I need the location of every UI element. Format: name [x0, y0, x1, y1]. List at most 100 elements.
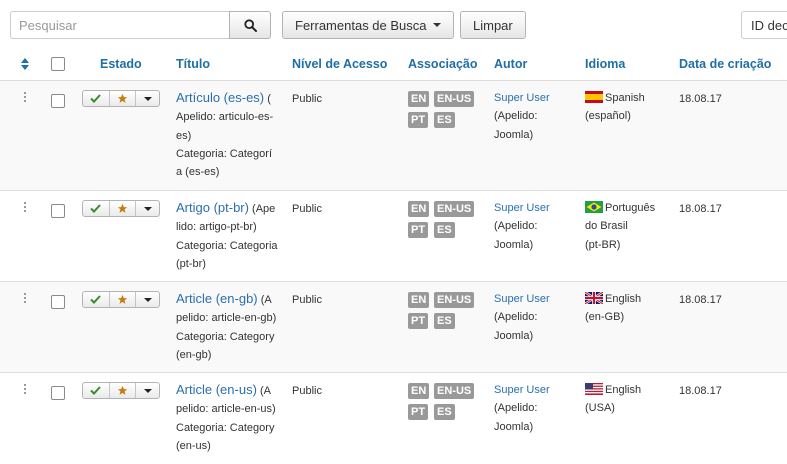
- author-link[interactable]: Super User: [494, 384, 550, 396]
- search-input[interactable]: [10, 11, 230, 39]
- row-checkbox[interactable]: [51, 386, 65, 400]
- language-name: (español): [585, 110, 631, 123]
- created-date: 18.08.17: [679, 385, 722, 397]
- caret-down-icon: [143, 297, 152, 302]
- sort-order-select[interactable]: ID dec: [741, 11, 787, 39]
- column-header-data-criacao[interactable]: Data de criação: [679, 48, 771, 81]
- language-name: English: [605, 384, 642, 396]
- language-cell: English (en-GB): [585, 290, 665, 327]
- featured-toggle[interactable]: [108, 91, 136, 106]
- author-alias-text: Joomla): [494, 420, 534, 433]
- table-row: Artículo (es-es) ( Apelido: articulo-es-…: [0, 81, 787, 191]
- table-row: Article (en-gb) (A pelido: article-en-gb…: [0, 282, 787, 373]
- uk-flag-icon: [585, 292, 603, 304]
- author-link[interactable]: Super User: [494, 293, 550, 305]
- author-alias-text: (Apelido:: [494, 110, 538, 123]
- ordering-sort-icon[interactable]: [20, 57, 30, 71]
- column-header-estado[interactable]: Estado: [100, 48, 142, 81]
- caret-down-icon: [143, 96, 152, 101]
- featured-toggle[interactable]: [108, 383, 136, 398]
- row-checkbox[interactable]: [51, 94, 65, 108]
- access-level: Public: [292, 203, 322, 215]
- published-toggle[interactable]: [83, 292, 109, 307]
- star-icon: [117, 203, 127, 213]
- drag-handle-icon[interactable]: [23, 92, 27, 104]
- column-header-autor[interactable]: Autor: [494, 48, 527, 81]
- actions-dropdown-toggle[interactable]: [135, 91, 159, 106]
- actions-dropdown-toggle[interactable]: [135, 292, 159, 307]
- category-text: Categoria: Category: [176, 421, 275, 434]
- alias-text: Apelido: articulo-es-: [176, 111, 274, 124]
- drag-handle-icon[interactable]: [23, 202, 27, 214]
- actions-dropdown-toggle[interactable]: [135, 201, 159, 216]
- language-name: English: [605, 293, 642, 305]
- author-link[interactable]: Super User: [494, 92, 550, 104]
- category-text: (en-gb): [176, 348, 212, 361]
- association-badge[interactable]: EN: [408, 201, 430, 217]
- title-cell: Artículo (es-es) ( Apelido: articulo-es-…: [176, 89, 280, 181]
- article-title-link[interactable]: Article (en-gb): [176, 291, 258, 306]
- association-badge[interactable]: EN-US: [434, 91, 475, 107]
- table-row: Article (en-us) (A pelido: article-en-us…: [0, 373, 787, 464]
- drag-handle-icon[interactable]: [23, 384, 27, 396]
- article-title-link[interactable]: Artigo (pt-br): [176, 200, 249, 215]
- association-badge[interactable]: EN-US: [434, 201, 475, 217]
- status-button-group: [82, 291, 160, 308]
- alias-text: lido: artigo-pt-br): [176, 221, 257, 234]
- author-alias-text: Joomla): [494, 128, 534, 141]
- association-badge[interactable]: EN: [408, 292, 430, 308]
- association-badge[interactable]: EN-US: [434, 292, 475, 308]
- clear-button[interactable]: Limpar: [460, 11, 526, 39]
- search-tools-label: Ferramentas de Busca: [295, 17, 427, 33]
- association-badge[interactable]: ES: [434, 112, 455, 128]
- title-cell: Article (en-us) (A pelido: article-en-us…: [176, 381, 280, 455]
- language-name: Spanish: [605, 92, 645, 104]
- association-badge[interactable]: ES: [434, 404, 455, 420]
- author-alias-text: (Apelido:: [494, 220, 538, 233]
- column-header-idioma[interactable]: Idioma: [585, 48, 625, 81]
- status-button-group: [82, 90, 160, 107]
- star-icon: [117, 385, 127, 395]
- published-toggle[interactable]: [83, 91, 109, 106]
- article-title-link[interactable]: Artículo (es-es): [176, 90, 264, 105]
- check-icon: [90, 386, 101, 395]
- article-title-link[interactable]: Article (en-us): [176, 382, 257, 397]
- table-row: Artigo (pt-br) (Ape lido: artigo-pt-br) …: [0, 191, 787, 282]
- association-badge[interactable]: ES: [434, 313, 455, 329]
- alias-text: pelido: article-en-gb): [176, 312, 277, 325]
- status-button-group: [82, 382, 160, 399]
- check-icon: [90, 204, 101, 213]
- author-alias-text: Joomla): [494, 238, 534, 251]
- column-header-associacao[interactable]: Associação: [408, 48, 477, 81]
- author-alias-text: Joomla): [494, 329, 534, 342]
- association-badge[interactable]: PT: [408, 313, 429, 329]
- featured-toggle[interactable]: [108, 292, 136, 307]
- alias-text: (Ape: [248, 203, 276, 215]
- row-checkbox[interactable]: [51, 295, 65, 309]
- association-badge[interactable]: PT: [408, 112, 429, 128]
- association-badge[interactable]: PT: [408, 222, 429, 238]
- alias-text: (: [264, 93, 271, 105]
- search-tools-button[interactable]: Ferramentas de Busca: [282, 11, 454, 39]
- row-checkbox[interactable]: [51, 204, 65, 218]
- author-cell: Super User (Apelido: Joomla): [494, 381, 574, 436]
- association-badge[interactable]: ES: [434, 222, 455, 238]
- column-header-titulo[interactable]: Título: [176, 48, 210, 81]
- column-header-nivel-acesso[interactable]: Nível de Acesso: [292, 48, 387, 81]
- select-all-checkbox[interactable]: [51, 57, 65, 71]
- actions-dropdown-toggle[interactable]: [135, 383, 159, 398]
- featured-toggle[interactable]: [108, 201, 136, 216]
- association-badge[interactable]: EN: [408, 91, 430, 107]
- association-badge[interactable]: EN-US: [434, 383, 475, 399]
- published-toggle[interactable]: [83, 201, 109, 216]
- alias-text: es): [176, 129, 192, 142]
- search-button[interactable]: [229, 11, 271, 39]
- language-name: Português: [605, 202, 656, 214]
- drag-handle-icon[interactable]: [23, 293, 27, 305]
- association-badge[interactable]: PT: [408, 404, 429, 420]
- author-link[interactable]: Super User: [494, 202, 550, 214]
- title-cell: Artigo (pt-br) (Ape lido: artigo-pt-br) …: [176, 199, 280, 273]
- published-toggle[interactable]: [83, 383, 109, 398]
- category-text: (pt-br): [176, 257, 206, 270]
- association-badge[interactable]: EN: [408, 383, 430, 399]
